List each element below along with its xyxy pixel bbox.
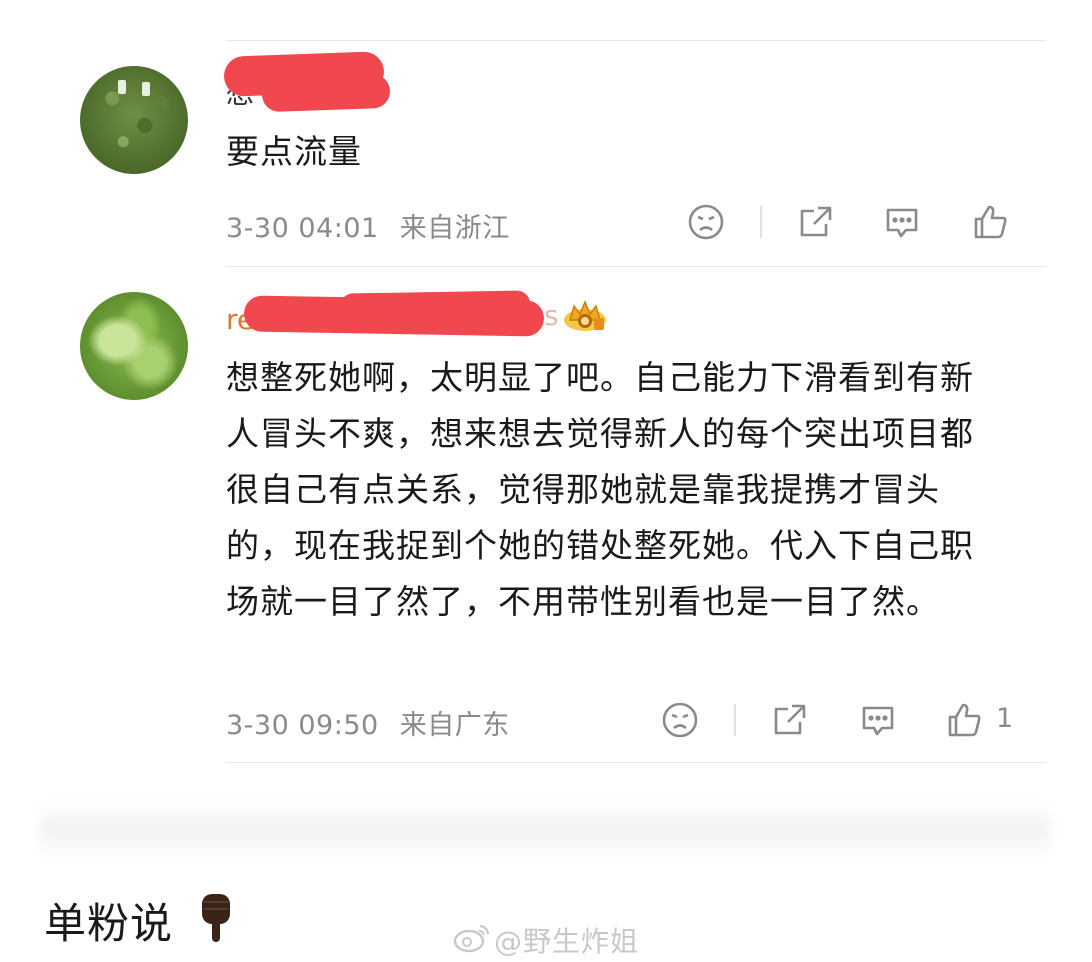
top-divider xyxy=(226,40,1046,41)
like-count: 1 xyxy=(996,703,1014,734)
avatar[interactable] xyxy=(80,292,188,400)
redaction-mark xyxy=(261,73,391,113)
watermark: @野生炸姐 xyxy=(494,925,640,958)
comment-meta: 3-30 04:01 来自浙江 xyxy=(226,206,510,245)
like-thumb-icon[interactable] xyxy=(944,700,984,740)
comment-divider xyxy=(226,762,1046,763)
caption-text: 单粉说 xyxy=(44,899,174,948)
location: 来自浙江 xyxy=(399,213,510,244)
comment-text: 想整死她啊，太明显了吧。自己能力下滑看到有新人冒头不爽，想来想去觉得新人的每个突… xyxy=(226,358,974,621)
weibo-logo-icon xyxy=(453,924,490,953)
like-thumb-icon[interactable] xyxy=(970,202,1010,242)
avatar[interactable] xyxy=(80,66,188,174)
pointing-down-hand-icon xyxy=(202,894,230,942)
separator xyxy=(734,704,736,736)
share-icon[interactable] xyxy=(770,700,810,740)
timestamp: 3-30 04:01 xyxy=(226,213,379,244)
redaction-mark xyxy=(339,290,531,320)
separator xyxy=(760,206,762,238)
share-icon[interactable] xyxy=(796,202,836,242)
comment-divider xyxy=(226,266,1046,267)
blurred-content xyxy=(40,800,1050,860)
location: 来自广东 xyxy=(399,710,510,741)
username-tail: s xyxy=(544,299,559,332)
reply-comment-icon[interactable] xyxy=(858,700,898,740)
comment-text: 要点流量 xyxy=(226,132,362,171)
dislike-face-icon[interactable] xyxy=(660,700,700,740)
comment-meta: 3-30 09:50 来自广东 xyxy=(226,703,510,742)
reply-comment-icon[interactable] xyxy=(882,202,922,242)
timestamp: 3-30 09:50 xyxy=(226,710,379,741)
dislike-face-icon[interactable] xyxy=(686,202,726,242)
crown-badge-icon xyxy=(564,300,606,331)
